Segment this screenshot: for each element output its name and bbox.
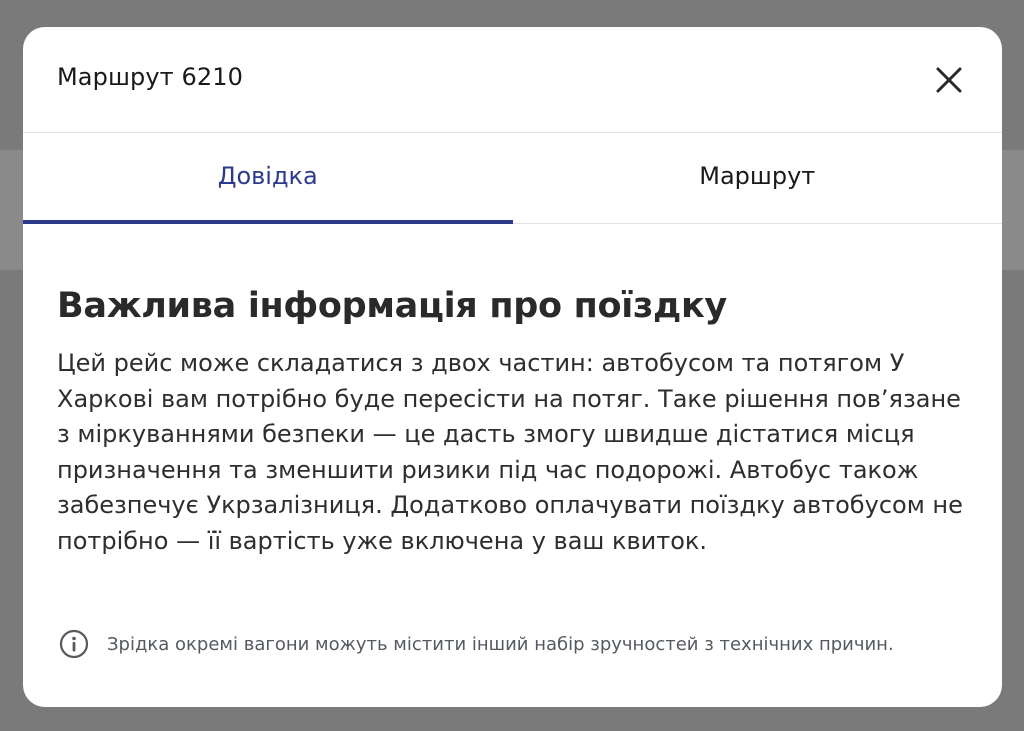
info-icon — [59, 629, 89, 659]
tab-route[interactable]: Маршрут — [513, 133, 1003, 223]
close-button[interactable] — [934, 65, 964, 95]
amenities-note: Зрідка окремі вагони можуть містити інши… — [59, 629, 894, 659]
tab-bar: Довідка Маршрут — [23, 133, 1002, 224]
modal-content: Важлива інформація про поїздку Цей рейс … — [23, 224, 1002, 559]
tab-info[interactable]: Довідка — [23, 133, 513, 224]
info-heading: Важлива інформація про поїздку — [57, 286, 727, 326]
route-info-modal: Маршрут 6210 Довідка Маршрут Важлива інф… — [23, 27, 1002, 707]
note-text: Зрідка окремі вагони можуть містити інши… — [107, 633, 894, 655]
info-body-text: Цей рейс може складатися з двох частин: … — [57, 349, 963, 555]
modal-title: Маршрут 6210 — [57, 63, 243, 91]
modal-header: Маршрут 6210 — [23, 27, 1002, 133]
close-icon — [936, 67, 962, 93]
